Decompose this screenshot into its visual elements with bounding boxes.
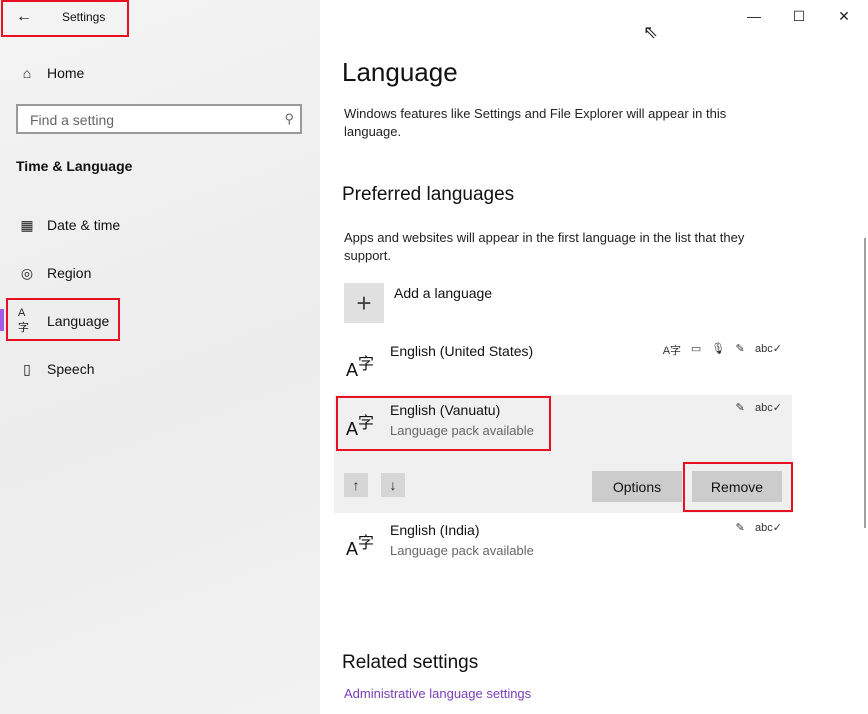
preferred-languages-heading: Preferred languages [342,184,515,205]
add-language-label[interactable]: Add a language [394,285,492,301]
move-up-button[interactable]: ↑ [344,473,368,497]
sidebar-item-region[interactable]: ◎ Region [0,253,320,293]
language-features: A字 ▭ 🎙 ✎ abc✓ [663,342,782,358]
title-bar: ← Settings [2,0,128,35]
language-name: English (India) [390,522,480,538]
handwriting-icon: ✎ [735,522,745,534]
sidebar-item-label: Region [47,265,92,281]
preferred-languages-description: Apps and websites will appear in the fir… [344,230,745,263]
language-item-en-us[interactable]: A字 English (United States) A字 ▭ 🎙 ✎ abc✓ [334,336,792,394]
language-icon: A字 [18,307,29,334]
main-content: Language Windows features like Settings … [320,0,868,714]
back-arrow-icon[interactable]: ← [12,6,36,28]
section-title: Time & Language [16,158,133,174]
search-icon[interactable]: ⚲ [284,111,294,127]
add-language-button[interactable]: + [344,283,384,323]
sidebar-item-home[interactable]: ⌂ Home [0,53,320,93]
home-icon: ⌂ [22,65,32,81]
calendar-clock-icon: ▦ [20,216,34,233]
sidebar-item-speech[interactable]: ▯ Speech [0,349,320,389]
spellcheck-icon: abc✓ [755,343,782,355]
spellcheck-icon: abc✓ [755,522,782,534]
handwriting-icon: ✎ [735,402,745,414]
language-status: Language pack available [390,423,534,438]
language-item-en-in[interactable]: A字 English (India) Language pack availab… [334,515,792,573]
text-to-speech-icon: ▭ [690,343,702,355]
display-language-icon: A字 [662,345,682,357]
language-name: English (Vanuatu) [390,402,501,418]
language-features: ✎ abc✓ [733,401,782,414]
options-button[interactable]: Options [592,471,682,502]
language-glyph-icon: A字 [346,356,375,380]
sidebar-item-label: Language [47,313,110,329]
sidebar-item-label: Home [47,65,85,81]
sidebar-item-label: Date & time [47,217,121,233]
sidebar-item-label: Speech [47,361,95,377]
page-title: Language [342,57,458,87]
language-status: Language pack available [390,543,534,558]
scrollbar[interactable] [864,238,866,528]
remove-button[interactable]: Remove [692,471,782,502]
search-input[interactable] [28,110,272,130]
search-box[interactable]: ⚲ [16,104,302,134]
sidebar: ← Settings ⌂ Home ⚲ Time & Language ▦ Da… [0,0,320,714]
handwriting-icon: ✎ [735,343,745,355]
speech-recognition-icon: 🎙 [711,343,726,355]
plus-icon: + [356,287,372,318]
related-settings-heading: Related settings [342,652,479,673]
language-name: English (United States) [390,343,534,359]
sidebar-item-language[interactable]: A字 Language [0,301,320,341]
language-features: ✎ abc✓ [733,521,782,534]
sidebar-item-date-time[interactable]: ▦ Date & time [0,205,320,245]
move-down-button[interactable]: ↓ [381,473,405,497]
language-actions-bar: ↑ ↓ Options Remove [334,453,792,513]
page-description: Windows features like Settings and File … [344,106,727,139]
microphone-icon: ▯ [23,360,31,377]
language-glyph-icon: A字 [346,535,375,559]
language-glyph-icon: A字 [346,415,375,439]
language-item-en-vu[interactable]: A字 English (Vanuatu) Language pack avail… [334,395,792,453]
admin-language-settings-link[interactable]: Administrative language settings [344,686,531,701]
globe-icon: ◎ [20,264,34,281]
spellcheck-icon: abc✓ [755,402,782,414]
app-title: Settings [62,10,106,24]
